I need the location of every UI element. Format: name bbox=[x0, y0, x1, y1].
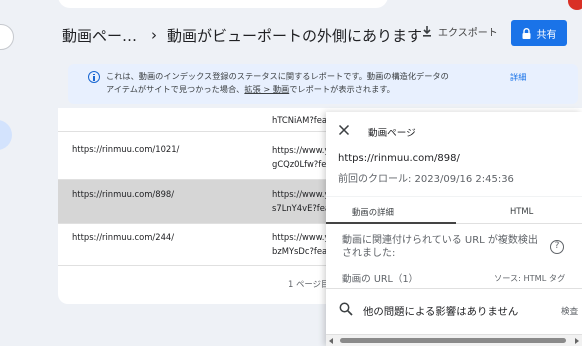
export-button[interactable]: エクスポート bbox=[422, 24, 498, 39]
export-label: エクスポート bbox=[438, 28, 498, 39]
scroll-left-arrow[interactable] bbox=[329, 338, 333, 344]
banner-line-2b: でレポートが表示されます。 bbox=[289, 84, 395, 94]
banner-line-2a: アイテムがサイトで見つかった場合、 bbox=[106, 84, 245, 94]
page-header: 動画ペー… › 動画がビューポートの外側にあります エクスポート 共有 bbox=[62, 18, 582, 52]
close-icon[interactable] bbox=[338, 124, 350, 136]
enhancements-video-link[interactable]: 拡張 > 動画 bbox=[244, 84, 289, 94]
top-card-edge bbox=[58, 0, 388, 8]
page-title: 動画がビューポートの外側にあります bbox=[167, 26, 423, 45]
pagination-label: 1 ページ目 bbox=[288, 279, 330, 289]
video-url-count: 動画の URL（1） bbox=[342, 274, 419, 285]
help-icon[interactable]: ? bbox=[550, 240, 564, 254]
video-url-cell: https://www.y bbox=[272, 145, 326, 155]
video-url-cell-cont: gCQz0Lfw?fe bbox=[272, 159, 326, 169]
table-row[interactable]: https://rinmuu.com/1021/ https://www.y g… bbox=[58, 132, 326, 180]
page-url-cell: https://rinmuu.com/244/ bbox=[72, 232, 175, 242]
breadcrumb-separator: › bbox=[151, 26, 158, 44]
banner-line-1: これは、動画のインデックス登録のステータスに関するレポートです。動画の構造化デー… bbox=[106, 71, 449, 81]
source-label: ソース: HTML タグ bbox=[494, 273, 566, 283]
share-button[interactable]: 共有 bbox=[511, 20, 567, 46]
breadcrumb-root[interactable]: 動画ペー… bbox=[62, 25, 137, 46]
video-url-cell: https://www.y bbox=[272, 189, 326, 199]
page-url-cell: https://rinmuu.com/898/ bbox=[72, 189, 175, 199]
learn-more-link[interactable]: 詳細 bbox=[510, 71, 526, 83]
no-issues-text: 他の問題による影響はありません bbox=[363, 306, 519, 318]
scrollbar-thumb[interactable] bbox=[340, 338, 566, 343]
info-icon bbox=[88, 71, 100, 83]
details-side-panel: 動画ページ https://rinmuu.com/898/ 前回のクロール: 2… bbox=[326, 112, 582, 346]
info-banner: これは、動画のインデックス登録のステータスに関するレポートです。動画の構造化デー… bbox=[68, 64, 578, 104]
last-crawl: 前回のクロール: 2023/09/16 2:45:36 bbox=[338, 174, 514, 185]
download-icon bbox=[423, 26, 431, 37]
video-url-cell: hTCNiAM?fea bbox=[272, 115, 326, 125]
divider bbox=[326, 288, 582, 289]
tab-video-details[interactable]: 動画の詳細 bbox=[352, 206, 394, 218]
horizontal-scrollbar[interactable] bbox=[326, 334, 582, 346]
share-label: 共有 bbox=[536, 29, 557, 41]
panel-title: 動画ページ bbox=[368, 128, 416, 139]
scroll-right-arrow[interactable] bbox=[575, 338, 579, 344]
active-tab-indicator bbox=[326, 222, 456, 224]
search-icon bbox=[339, 302, 353, 316]
table-row[interactable]: hTCNiAM?fea bbox=[58, 108, 326, 132]
related-urls-label: 動画に関連付けられている URL が複数検出されました: bbox=[342, 235, 538, 259]
table-row-selected[interactable]: https://rinmuu.com/898/ https://www.y s7… bbox=[58, 180, 326, 224]
page-url-cell: https://rinmuu.com/1021/ bbox=[72, 144, 180, 154]
banner-text: これは、動画のインデックス登録のステータスに関するレポートです。動画の構造化デー… bbox=[106, 70, 496, 96]
avatar[interactable] bbox=[568, 0, 582, 10]
sidebar-active-item[interactable] bbox=[0, 120, 12, 150]
tab-html[interactable]: HTML bbox=[510, 206, 533, 216]
lock-icon bbox=[522, 27, 530, 39]
table-row[interactable]: https://rinmuu.com/244/ https://www.y bz… bbox=[58, 224, 326, 266]
inspect-link[interactable]: 検査 bbox=[561, 305, 578, 317]
video-url-cell-cont: bzMYsDc?fea bbox=[272, 246, 326, 256]
video-url-cell-cont: s7LnY4vE?fea bbox=[272, 203, 326, 213]
video-url-cell: https://www.y bbox=[272, 232, 326, 242]
panel-tabs: 動画の詳細 HTML bbox=[326, 196, 582, 224]
panel-url: https://rinmuu.com/898/ bbox=[338, 153, 460, 164]
sidebar-button[interactable] bbox=[0, 24, 14, 50]
